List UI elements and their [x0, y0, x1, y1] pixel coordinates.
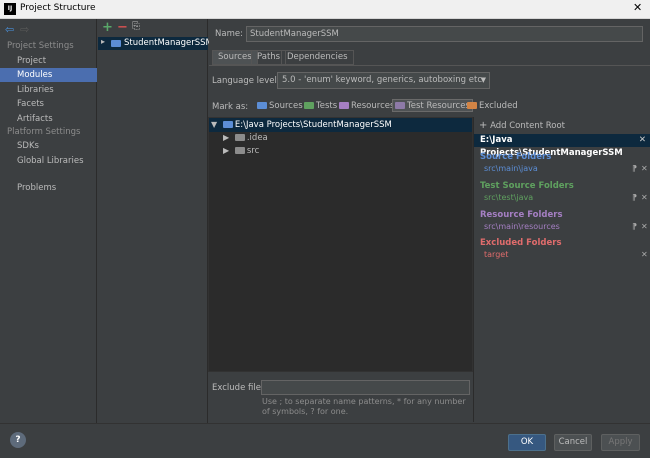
- help-icon[interactable]: ?: [10, 432, 26, 448]
- language-level-value: 5.0 - 'enum' keyword, generics, autoboxi…: [282, 75, 485, 85]
- exclude-files-input[interactable]: [261, 380, 470, 395]
- forward-arrow-icon[interactable]: ⇨: [20, 23, 29, 36]
- folder-icon: [235, 147, 245, 154]
- module-name: StudentManagerSSM: [124, 37, 213, 50]
- mark-sources-button[interactable]: Sources: [257, 100, 303, 113]
- source-folders-heading: Source Folders: [480, 152, 551, 162]
- mark-as-label: Mark as:: [212, 102, 248, 112]
- module-folder-icon: [111, 40, 121, 47]
- cancel-button[interactable]: Cancel: [554, 434, 592, 451]
- footer: ? OK Cancel Apply: [0, 423, 650, 458]
- properties-icon[interactable]: ⁋: [632, 164, 637, 173]
- sidebar-item-problems[interactable]: Problems: [0, 181, 97, 195]
- sidebar-item-artifacts[interactable]: Artifacts: [0, 112, 97, 126]
- remove-icon[interactable]: −: [117, 20, 128, 35]
- sources-folder-icon: [257, 102, 267, 109]
- mark-resources-button[interactable]: Resources: [339, 100, 394, 113]
- window-title: Project Structure: [20, 3, 96, 13]
- excluded-folder-path: target: [484, 250, 508, 259]
- chevron-down-icon: ▼: [481, 73, 486, 88]
- content-root-header: E:\Java Projects\StudentManagerSSM ✕: [474, 134, 650, 147]
- intellij-logo-icon: IJ: [4, 3, 16, 15]
- tree-row-src[interactable]: ▶ src: [223, 144, 259, 158]
- tree-row-root[interactable]: ▼ E:\Java Projects\StudentManagerSSM: [209, 118, 472, 132]
- properties-icon[interactable]: ⁋: [632, 193, 637, 202]
- ok-button[interactable]: OK: [508, 434, 546, 451]
- mark-sources-label: Sources: [269, 101, 303, 111]
- mark-excluded-label: Excluded: [479, 101, 518, 111]
- back-arrow-icon[interactable]: ⇦: [5, 23, 14, 36]
- title-bar: IJ Project Structure ✕: [0, 0, 650, 19]
- tree-row-idea[interactable]: ▶ .idea: [223, 131, 268, 145]
- excluded-folders-heading: Excluded Folders: [480, 238, 562, 248]
- tab-divider: [209, 65, 650, 66]
- tree-item-idea: .idea: [247, 133, 268, 143]
- sidebar-item-project[interactable]: Project: [0, 54, 97, 68]
- sidebar-item-facets[interactable]: Facets: [0, 97, 97, 111]
- folder-icon: [235, 134, 245, 141]
- root-folder-icon: [223, 121, 233, 128]
- apply-button[interactable]: Apply: [601, 434, 640, 451]
- sidebar-item-sdks[interactable]: SDKs: [0, 139, 97, 153]
- tree-item-src: src: [247, 146, 259, 156]
- add-content-root-button[interactable]: + Add Content Root: [479, 120, 565, 131]
- collapsed-arrow-icon: ▶: [223, 146, 229, 155]
- sidebar-item-global-libraries[interactable]: Global Libraries: [0, 154, 97, 168]
- resource-folder-path: src\main\resources: [484, 222, 560, 231]
- folder-tree: ▼ E:\Java Projects\StudentManagerSSM ▶ .…: [208, 117, 473, 372]
- module-row[interactable]: ▸ StudentManagerSSM: [98, 37, 208, 50]
- mark-tests-button[interactable]: Tests: [304, 100, 337, 113]
- tests-folder-icon: [304, 102, 314, 109]
- copy-icon[interactable]: ⎘: [132, 21, 140, 32]
- remove-source-icon[interactable]: ✕: [641, 164, 648, 173]
- expand-arrow-icon[interactable]: ▸: [101, 37, 105, 46]
- remove-excluded-icon[interactable]: ✕: [641, 250, 648, 259]
- exclude-files-hint: Use ; to separate name patterns, * for a…: [262, 397, 472, 417]
- sidebar: ⇦ ⇨ Project Settings Project Modules Lib…: [0, 19, 97, 423]
- expanded-arrow-icon: ▼: [211, 120, 217, 129]
- language-level-select[interactable]: 5.0 - 'enum' keyword, generics, autoboxi…: [277, 72, 490, 89]
- test-resources-folder-icon: [395, 102, 405, 109]
- mark-tests-label: Tests: [316, 101, 337, 111]
- test-folder-path: src\test\java: [484, 193, 533, 202]
- excluded-folder-icon: [467, 102, 477, 109]
- tab-dependencies[interactable]: Dependencies: [281, 50, 354, 65]
- mark-excluded-button[interactable]: Excluded: [467, 100, 518, 113]
- properties-icon[interactable]: ⁋: [632, 222, 637, 231]
- add-icon[interactable]: +: [102, 20, 113, 35]
- collapsed-arrow-icon: ▶: [223, 133, 229, 142]
- mark-resources-label: Resources: [351, 101, 394, 111]
- name-field[interactable]: StudentManagerSSM: [246, 26, 643, 42]
- resource-folders-heading: Resource Folders: [480, 210, 563, 220]
- remove-resource-icon[interactable]: ✕: [641, 222, 648, 231]
- remove-root-icon[interactable]: ✕: [639, 134, 646, 147]
- mark-test-resources-button[interactable]: Test Resources: [392, 99, 473, 112]
- content-roots-panel: + Add Content Root E:\Java Projects\Stud…: [473, 117, 650, 422]
- test-source-folders-heading: Test Source Folders: [480, 181, 574, 191]
- name-label: Name:: [215, 29, 243, 39]
- sidebar-item-modules[interactable]: Modules: [0, 68, 97, 82]
- plus-icon: +: [479, 120, 487, 131]
- close-icon[interactable]: ✕: [633, 1, 642, 14]
- source-folder-path: src\main\java: [484, 164, 538, 173]
- language-level-label: Language level:: [212, 76, 280, 86]
- remove-test-icon[interactable]: ✕: [641, 193, 648, 202]
- exclude-files-label: Exclude files:: [212, 383, 268, 393]
- project-settings-heading: Project Settings: [7, 41, 74, 51]
- modules-pane: + − ⎘ ▸ StudentManagerSSM: [98, 19, 208, 423]
- sidebar-item-libraries[interactable]: Libraries: [0, 83, 97, 97]
- platform-settings-heading: Platform Settings: [7, 127, 80, 137]
- tree-root-label: E:\Java Projects\StudentManagerSSM: [235, 120, 392, 130]
- add-content-root-label: Add Content Root: [490, 121, 565, 131]
- mark-test-resources-label: Test Resources: [407, 101, 470, 111]
- resources-folder-icon: [339, 102, 349, 109]
